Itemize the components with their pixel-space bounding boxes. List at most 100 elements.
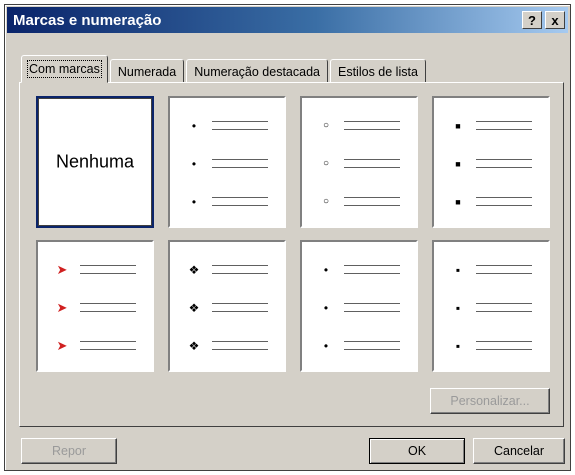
square-bullet-icon: ■ <box>455 159 461 169</box>
preview-text-line <box>476 303 532 304</box>
bullet-preview-row: ■ <box>444 116 538 136</box>
bullets-numbering-dialog: Marcas e numeração ? x Com marcas Numera… <box>4 4 571 471</box>
preview-text-line <box>80 273 136 274</box>
diamond-dots-bullet-icon: ❖ <box>188 263 200 277</box>
preview-text-line <box>344 197 400 198</box>
preview-text-line <box>80 349 136 350</box>
preview-text-line <box>344 159 400 160</box>
window-title: Marcas e numeração <box>13 11 162 29</box>
preview-text-line <box>80 265 136 266</box>
tab-estilos-de-lista[interactable]: Estilos de lista <box>330 59 426 83</box>
preview-text-line <box>212 273 268 274</box>
bullet-preview-row: ❖ <box>180 260 274 280</box>
tab-numeracao-destacada[interactable]: Numeração destacada <box>186 59 328 83</box>
preview-text-line <box>476 311 532 312</box>
bullet-preview-row: • <box>180 154 274 174</box>
preview-text-line <box>80 303 136 304</box>
personalizar-button[interactable]: Personalizar... <box>430 388 550 414</box>
ok-button[interactable]: OK <box>369 438 465 464</box>
help-button[interactable]: ? <box>522 11 542 29</box>
preview-text-line <box>476 197 532 198</box>
small-square-bullet-icon: ▪ <box>455 263 461 277</box>
bullet-style-square[interactable]: ■ ■ ■ <box>432 96 550 228</box>
preview-text-line <box>344 121 400 122</box>
preview-text-line <box>344 167 400 168</box>
preview-text-line <box>212 167 268 168</box>
bullet-preview-row: ❖ <box>180 336 274 356</box>
preview-text-line <box>344 273 400 274</box>
tab-numerada[interactable]: Numerada <box>109 59 185 83</box>
preview-text-line <box>476 159 532 160</box>
dot-bullet-icon: • <box>323 263 329 277</box>
preview-text-line <box>212 121 268 122</box>
bullet-style-hollow-circle[interactable]: ○ ○ ○ <box>300 96 418 228</box>
preview-text-line <box>212 341 268 342</box>
bullet-style-colored-arrow[interactable]: ➤ ➤ ➤ <box>36 240 154 372</box>
small-dot-bullet-icon: • <box>191 119 197 133</box>
preview-text-line <box>476 349 532 350</box>
preview-text-line <box>212 197 268 198</box>
preview-text-line <box>212 303 268 304</box>
preview-text-line <box>344 265 400 266</box>
bullet-style-dot[interactable]: • • • <box>300 240 418 372</box>
preview-text-line <box>344 349 400 350</box>
bullet-preview-row: • <box>312 260 406 280</box>
bullet-preview-row: ○ <box>312 154 406 174</box>
tab-strip: Com marcas Numerada Numeração destacada … <box>21 55 428 83</box>
small-square-bullet-icon: ▪ <box>455 301 461 315</box>
preview-text-line <box>344 341 400 342</box>
preview-text-line <box>476 205 532 206</box>
square-bullet-icon: ■ <box>455 121 461 131</box>
repor-button[interactable]: Repor <box>21 438 117 464</box>
preview-text-line <box>344 311 400 312</box>
preview-text-line <box>344 303 400 304</box>
bullet-preview-row: • <box>180 116 274 136</box>
preview-text-line <box>344 129 400 130</box>
bullet-preview-row: ■ <box>444 154 538 174</box>
bullet-preview-row: • <box>312 298 406 318</box>
preview-text-line <box>212 129 268 130</box>
bullet-style-gallery: Nenhuma • • • ○ ○ ○ ■ ■ ■ ➤ ➤ ➤ ❖ ❖ ❖ • • • ▪ ▪ ▪ <box>36 96 554 376</box>
dot-bullet-icon: • <box>323 301 329 315</box>
preview-text-line <box>212 265 268 266</box>
bullet-style-small-dot[interactable]: • • • <box>168 96 286 228</box>
diamond-dots-bullet-icon: ❖ <box>188 301 200 315</box>
bullet-preview-row: ▪ <box>444 298 538 318</box>
preview-text-line <box>476 273 532 274</box>
colored-arrow-bullet-icon: ➤ <box>56 262 68 277</box>
bullet-preview-row: ❖ <box>180 298 274 318</box>
bullet-preview-row: ○ <box>312 116 406 136</box>
diamond-dots-bullet-icon: ❖ <box>188 339 200 353</box>
preview-text-line <box>476 121 532 122</box>
bullet-preview-row: ○ <box>312 192 406 212</box>
small-dot-bullet-icon: • <box>191 195 197 209</box>
square-bullet-icon: ■ <box>455 197 461 207</box>
close-button[interactable]: x <box>545 11 565 29</box>
bullet-style-diamond-dots[interactable]: ❖ ❖ ❖ <box>168 240 286 372</box>
bullet-preview-row: • <box>312 336 406 356</box>
bullet-style-none[interactable]: Nenhuma <box>36 96 154 228</box>
colored-arrow-bullet-icon: ➤ <box>56 300 68 315</box>
small-dot-bullet-icon: • <box>191 157 197 171</box>
hollow-circle-bullet-icon: ○ <box>322 120 330 131</box>
hollow-circle-bullet-icon: ○ <box>322 196 330 207</box>
tab-com-marcas[interactable]: Com marcas <box>21 55 108 83</box>
bullet-preview-row: ■ <box>444 192 538 212</box>
colored-arrow-bullet-icon: ➤ <box>56 338 68 353</box>
none-label: Nenhuma <box>55 151 135 172</box>
preview-text-line <box>212 205 268 206</box>
dot-bullet-icon: • <box>323 339 329 353</box>
bullet-preview-row: ➤ <box>48 336 142 356</box>
preview-text-line <box>476 129 532 130</box>
preview-text-line <box>476 167 532 168</box>
bullet-preview-row: • <box>180 192 274 212</box>
cancelar-button[interactable]: Cancelar <box>473 438 565 464</box>
preview-text-line <box>80 311 136 312</box>
hollow-circle-bullet-icon: ○ <box>322 158 330 169</box>
bullet-style-small-square[interactable]: ▪ ▪ ▪ <box>432 240 550 372</box>
preview-text-line <box>476 341 532 342</box>
bullet-preview-row: ➤ <box>48 298 142 318</box>
preview-text-line <box>212 159 268 160</box>
bullet-preview-row: ▪ <box>444 260 538 280</box>
preview-text-line <box>212 349 268 350</box>
